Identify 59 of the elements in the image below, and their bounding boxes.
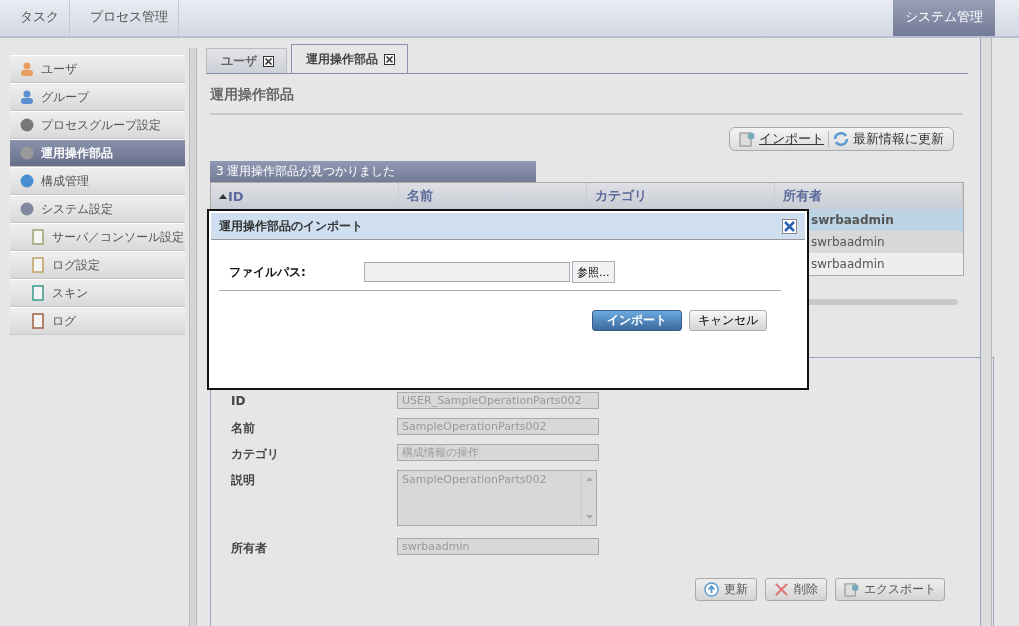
tab[interactable]: 運用操作部品 bbox=[291, 44, 408, 73]
document-icon bbox=[844, 582, 859, 597]
page-title: 運用操作部品 bbox=[210, 86, 295, 104]
action-button[interactable]: 更新 bbox=[695, 578, 757, 601]
field-label: カテゴリ bbox=[231, 446, 280, 463]
sidebar-icon bbox=[19, 61, 35, 77]
sidebar-item[interactable]: グループ bbox=[10, 83, 185, 111]
sidebar-icon bbox=[19, 145, 35, 161]
close-icon[interactable] bbox=[384, 53, 395, 65]
document-icon bbox=[739, 131, 755, 147]
top-tab[interactable]: タスク bbox=[0, 0, 70, 36]
action-button[interactable]: エクスポート bbox=[835, 578, 945, 601]
sidebar-icon bbox=[19, 201, 35, 217]
file-path-field[interactable] bbox=[364, 262, 570, 282]
field-label: 名前 bbox=[231, 420, 256, 437]
sidebar-item[interactable]: ユーザ bbox=[10, 55, 185, 83]
splitter-handle[interactable] bbox=[189, 48, 197, 626]
sidebar-icon bbox=[19, 89, 35, 105]
toolbar-button[interactable]: インポート bbox=[739, 130, 824, 148]
sidebar-item[interactable]: プロセスグループ設定 bbox=[10, 111, 185, 139]
sidebar-icon bbox=[30, 313, 46, 329]
sidebar-item[interactable]: ログ bbox=[10, 307, 185, 335]
field-label: 所有者 bbox=[231, 540, 268, 557]
import-button[interactable]: インポート bbox=[592, 310, 682, 331]
table-cell: swrbaadmin bbox=[811, 213, 894, 227]
scrollbar[interactable] bbox=[980, 38, 992, 626]
refresh-icon bbox=[833, 131, 849, 147]
scroll-down-icon[interactable] bbox=[585, 515, 593, 519]
sidebar-item[interactable]: 運用操作部品 bbox=[10, 139, 185, 167]
table-cell: swrbaadmin bbox=[811, 257, 885, 271]
cancel-button[interactable]: キャンセル bbox=[689, 310, 767, 331]
top-tab[interactable]: システム管理 bbox=[893, 0, 995, 36]
tab[interactable]: ユーザ bbox=[206, 48, 287, 73]
delete-icon bbox=[774, 582, 789, 597]
top-tab[interactable]: プロセス管理 bbox=[70, 0, 179, 36]
close-icon[interactable] bbox=[782, 218, 797, 234]
sidebar-icon bbox=[30, 229, 46, 245]
field-label: ファイルパス: bbox=[229, 263, 307, 281]
scroll-up-icon[interactable] bbox=[585, 477, 593, 481]
sidebar-item[interactable]: スキン bbox=[10, 279, 185, 307]
dialog-title: 運用操作部品のインポート bbox=[219, 217, 363, 235]
sidebar-icon bbox=[19, 173, 35, 189]
toolbar-button[interactable]: 最新情報に更新 bbox=[833, 130, 944, 148]
close-icon[interactable] bbox=[263, 55, 274, 67]
field-label: 説明 bbox=[231, 472, 256, 489]
up-arrow-icon bbox=[704, 582, 719, 597]
sidebar-item[interactable]: ログ設定 bbox=[10, 251, 185, 279]
sidebar-icon bbox=[30, 285, 46, 301]
table-cell: swrbaadmin bbox=[811, 235, 885, 249]
sidebar-item[interactable]: 構成管理 bbox=[10, 167, 185, 195]
sidebar-item[interactable]: システム設定 bbox=[10, 195, 185, 223]
action-button[interactable]: 削除 bbox=[765, 578, 827, 601]
sort-icon bbox=[219, 193, 227, 199]
sidebar-icon bbox=[19, 117, 35, 133]
results-caption: 3 運用操作部品が見つかりました bbox=[210, 161, 536, 182]
browse-button[interactable]: 参照... bbox=[572, 261, 615, 283]
sidebar-item[interactable]: サーバ／コンソール設定 bbox=[10, 223, 185, 251]
field-label: ID bbox=[231, 393, 247, 408]
sidebar-icon bbox=[30, 257, 46, 273]
